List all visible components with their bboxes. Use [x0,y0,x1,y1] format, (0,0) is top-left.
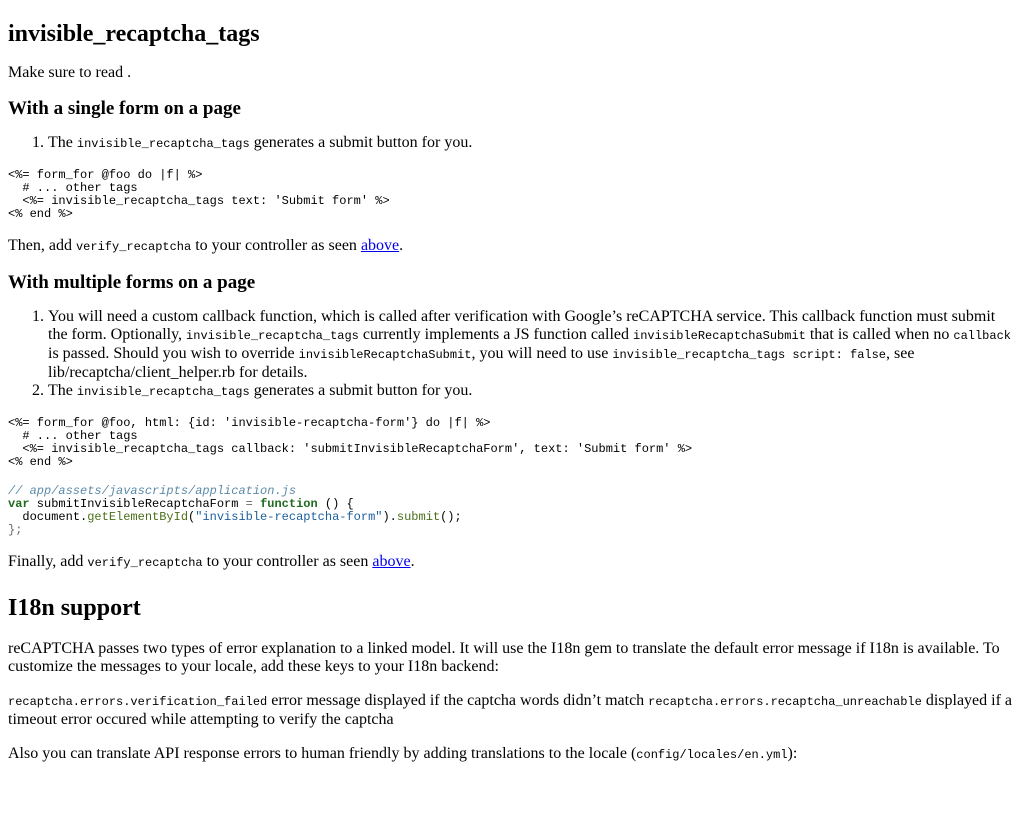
text: , you will need to use [471,345,613,362]
text: Then, add [8,237,76,254]
text: currently implements a JS function calle… [358,326,634,343]
i18n-paragraph: reCAPTCHA passes two types of error expl… [8,640,1000,675]
then-paragraph: Then, add verify_recaptcha to your contr… [8,237,1016,256]
text: to your controller as seen [191,237,361,254]
code-identifier: document [22,510,81,524]
section-heading-single-form: With a single form on a page [8,98,241,119]
code-punctuation: (); [440,510,462,524]
inline-code: recaptcha.errors.recaptcha_unreachable [648,695,922,709]
inline-code: invisibleRecaptchaSubmit [298,348,472,362]
above-link[interactable]: above [372,553,410,570]
inline-code: invisible_recaptcha_tags [76,385,250,399]
above-link[interactable]: above [361,237,399,254]
section-heading-i18n: I18n support [8,595,141,621]
text: . [410,553,415,570]
code-keyword: function [260,497,318,511]
list-item: The invisible_recaptcha_tags generates a… [48,134,1016,153]
text: error message displayed if the captcha w… [267,692,649,709]
inline-code: invisible_recaptcha_tags [76,137,250,151]
code-comment: // app/assets/javascripts/application.js [8,484,297,498]
multi-form-steps: You will need a custom callback function… [8,308,1016,401]
text: . [399,237,404,254]
code-punctuation: () { [317,497,354,511]
text: Also you can translate API response erro… [8,745,637,762]
code-method: submit [396,510,441,524]
text: generates a submit button for you. [249,134,473,151]
i18n-locale-paragraph: Also you can translate API response erro… [8,745,1016,764]
inline-code: verify_recaptcha [87,556,203,570]
single-form-steps: The invisible_recaptcha_tags generates a… [8,134,1016,153]
text: Finally, add [8,553,88,570]
text: that is called when no [805,326,954,343]
text: is passed. Should you wish to override [48,345,299,362]
inline-code: recaptcha.errors.verification_failed [8,695,268,709]
page-title: invisible_recaptcha_tags [8,21,260,47]
code-punctuation: ). [382,510,397,524]
finally-paragraph: Finally, add verify_recaptcha to your co… [8,553,1016,572]
document-page: invisible_recaptcha_tags Make sure to re… [0,20,1024,764]
code-method: getElementById [87,510,189,524]
code-block-erb-multi: <%= form_for @foo, html: {id: 'invisible… [8,416,693,469]
text: The [48,382,77,399]
list-item: The invisible_recaptcha_tags generates a… [48,382,1016,401]
code-operator: = [245,497,253,511]
text: to your controller as seen [202,553,373,570]
text: The [48,134,77,151]
inline-code: invisible_recaptcha_tags [186,329,359,343]
inline-code: config/locales/en.yml [636,748,788,762]
inline-code: verify_recaptcha [75,240,192,254]
list-item: You will need a custom callback function… [48,308,1016,382]
section-heading-multi-form: With multiple forms on a page [8,272,256,293]
inline-code: invisible_recaptcha_tags script: false [612,348,887,362]
text: generates a submit button for you. [249,382,473,399]
code-keyword: var [8,497,30,511]
intro-text: Make sure to read . [8,64,132,81]
inline-code: callback [953,329,1011,343]
code-identifier: submitInvisibleRecaptchaForm [29,497,246,511]
code-string: "invisible-recaptcha-form" [195,510,383,524]
code-punctuation: }; [8,523,23,537]
i18n-keys-paragraph: recaptcha.errors.verification_failed err… [8,692,1016,729]
text: ): [787,745,798,762]
code-block-js: // app/assets/javascripts/application.js… [8,485,1016,537]
code-block-erb-single: <%= form_for @foo do |f| %> # ... other … [8,168,390,221]
inline-code: invisibleRecaptchaSubmit [633,329,806,343]
